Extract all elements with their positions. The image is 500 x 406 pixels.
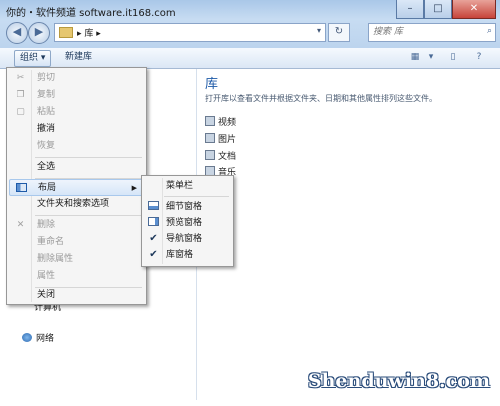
menu-separator xyxy=(35,215,142,216)
close-button[interactable]: ✕ xyxy=(452,0,496,19)
library-item-label: 文档 xyxy=(218,151,237,162)
picture-library-icon xyxy=(205,133,215,143)
search-input[interactable] xyxy=(369,24,473,39)
minimize-button[interactable]: – xyxy=(396,0,424,19)
preview-pane-icon xyxy=(148,217,159,228)
refresh-icon: ↻ xyxy=(334,26,344,37)
watermark-top: 你的・软件频道 software.it168.com xyxy=(6,8,176,19)
menu-item-label: 属性 xyxy=(37,271,56,281)
submenu-item-label: 细节窗格 xyxy=(166,202,203,212)
chevron-down-icon[interactable]: ▾ xyxy=(424,51,438,64)
menu-item-label: 恢复 xyxy=(37,141,56,151)
refresh-button[interactable]: ↻ xyxy=(328,23,350,42)
layout-icon xyxy=(16,183,27,194)
menu-item-copy[interactable]: ❐ 复制 xyxy=(9,87,144,104)
maximize-button[interactable]: □ xyxy=(424,0,452,19)
submenu-item-menu-bar[interactable]: 菜单栏 xyxy=(144,178,231,194)
menu-item-label: 重命名 xyxy=(37,237,65,247)
menu-item-rename[interactable]: 重命名 xyxy=(9,234,144,251)
breadcrumb[interactable]: ▸ 库 ▸ xyxy=(77,26,101,39)
nav-item-network-label: 网络 xyxy=(36,334,55,344)
submenu-item-details-pane[interactable]: 细节窗格 xyxy=(144,199,231,215)
preview-pane-toggle-icon[interactable]: ▯ xyxy=(446,51,460,64)
library-item-documents[interactable]: 文档 xyxy=(205,148,236,162)
back-arrow-icon: ◀ xyxy=(12,25,22,38)
menu-separator xyxy=(164,196,229,197)
submenu-item-label: 导航窗格 xyxy=(166,234,203,244)
details-pane-icon xyxy=(148,201,159,212)
chevron-down-icon[interactable]: ▾ xyxy=(317,26,321,35)
search-box[interactable]: ⌕ xyxy=(368,23,496,42)
menu-item-paste[interactable]: ▢ 粘贴 xyxy=(9,104,144,121)
library-content: 库 打开库以查看文件并根据文件夹、日期和其他属性排列这些文件。 视频 图片 文档… xyxy=(197,69,500,400)
organize-menu: ✂ 剪切 ❐ 复制 ▢ 粘贴 撤消 恢复 全选 布局 ▶ 文件夹和搜索选项 ✕ … xyxy=(6,67,147,305)
delete-x-icon: ✕ xyxy=(16,220,25,230)
menu-item-folder-options[interactable]: 文件夹和搜索选项 xyxy=(9,196,144,213)
checkmark-icon: ✔ xyxy=(149,249,158,260)
scissors-icon: ✂ xyxy=(16,73,25,83)
menu-item-delete[interactable]: ✕ 删除 xyxy=(9,217,144,234)
menu-item-label: 文件夹和搜索选项 xyxy=(37,199,110,209)
view-options-icon[interactable]: ▦ xyxy=(408,51,422,64)
menu-item-label: 删除 xyxy=(37,220,56,230)
address-bar[interactable]: ▸ 库 ▸ ▾ xyxy=(54,23,326,42)
menu-item-remove-properties[interactable]: 删除属性 xyxy=(9,251,144,268)
menu-item-label: 粘贴 xyxy=(37,107,56,117)
menu-item-label: 布局 xyxy=(38,183,57,193)
submenu-item-navigation-pane[interactable]: ✔ 导航窗格 xyxy=(144,231,231,247)
menu-item-select-all[interactable]: 全选 xyxy=(9,159,144,176)
submenu-item-label: 菜单栏 xyxy=(166,181,194,191)
back-button[interactable]: ◀ xyxy=(6,22,28,44)
nav-item-network[interactable]: 网络 xyxy=(22,331,54,344)
forward-arrow-icon: ▶ xyxy=(34,25,44,38)
menu-item-label: 删除属性 xyxy=(37,254,74,264)
submenu-item-label: 预览窗格 xyxy=(166,218,203,228)
menu-item-label: 关闭 xyxy=(37,290,56,300)
library-item-label: 图片 xyxy=(218,134,237,145)
copy-icon: ❐ xyxy=(16,90,25,100)
new-library-button[interactable]: 新建库 xyxy=(60,50,97,65)
forward-button[interactable]: ▶ xyxy=(28,22,50,44)
menu-item-close[interactable]: 关闭 xyxy=(9,287,144,304)
menu-item-label: 全选 xyxy=(37,162,56,172)
menu-item-layout[interactable]: 布局 ▶ xyxy=(9,179,144,196)
submenu-item-preview-pane[interactable]: 预览窗格 xyxy=(144,215,231,231)
page-title: 库 xyxy=(205,77,219,92)
library-item-videos[interactable]: 视频 xyxy=(205,114,236,128)
search-icon[interactable]: ⌕ xyxy=(487,26,492,36)
navigation-bar: ◀ ▶ ▸ 库 ▸ ▾ ↻ ⌕ xyxy=(4,20,496,44)
network-icon xyxy=(22,333,32,342)
library-description: 打开库以查看文件并根据文件夹、日期和其他属性排列这些文件。 xyxy=(205,94,437,103)
menu-item-label: 撤消 xyxy=(37,124,56,134)
library-item-label: 视频 xyxy=(218,117,237,128)
library-item-pictures[interactable]: 图片 xyxy=(205,131,236,145)
menu-separator xyxy=(35,157,142,158)
menu-item-undo[interactable]: 撤消 xyxy=(9,121,144,138)
command-bar: 组织 ▾ 新建库 ▦ ▾ ▯ ? xyxy=(0,48,500,69)
video-library-icon xyxy=(205,116,215,126)
menu-item-label: 剪切 xyxy=(37,73,56,83)
submenu-item-library-pane[interactable]: ✔ 库窗格 xyxy=(144,247,231,263)
help-icon[interactable]: ? xyxy=(472,51,486,64)
document-library-icon xyxy=(205,150,215,160)
submenu-arrow-icon: ▶ xyxy=(131,184,137,192)
menu-item-properties[interactable]: 属性 xyxy=(9,268,144,285)
menu-item-cut[interactable]: ✂ 剪切 xyxy=(9,70,144,87)
layout-submenu: 菜单栏 细节窗格 预览窗格 ✔ 导航窗格 ✔ 库窗格 xyxy=(141,175,234,267)
menu-item-label: 复制 xyxy=(37,90,56,100)
paste-icon: ▢ xyxy=(16,107,25,117)
folder-icon xyxy=(59,27,73,38)
checkmark-icon: ✔ xyxy=(149,233,158,244)
watermark-bottom: Shenduwin8.com xyxy=(307,370,490,392)
organize-button[interactable]: 组织 ▾ xyxy=(14,50,52,67)
window-controls: – □ ✕ xyxy=(396,0,496,19)
menu-item-redo[interactable]: 恢复 xyxy=(9,138,144,155)
submenu-item-label: 库窗格 xyxy=(166,250,194,260)
